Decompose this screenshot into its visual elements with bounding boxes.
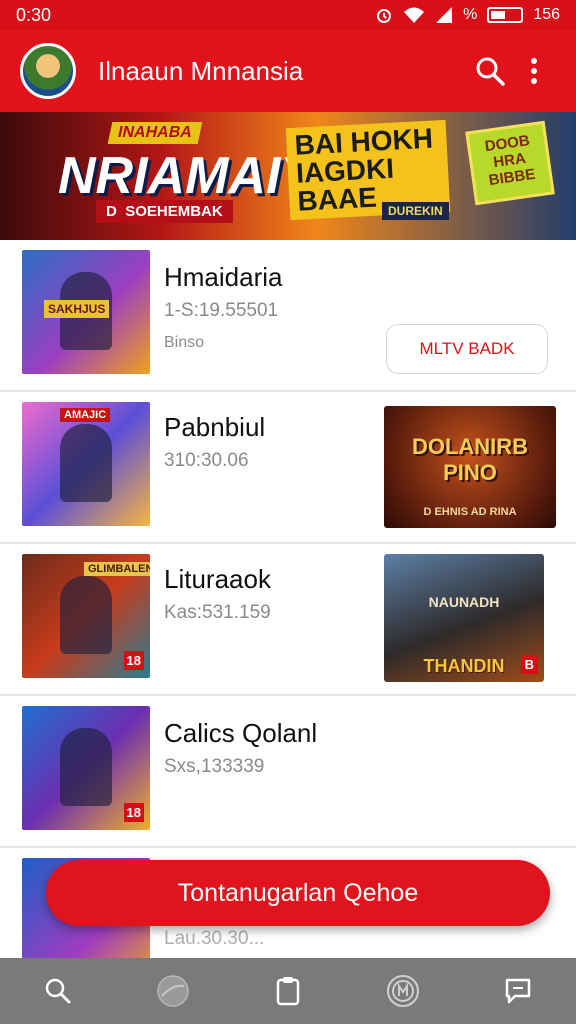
thumb-logo: AMAJIC <box>60 408 111 422</box>
list-item[interactable]: 18 Calics Qolanl Sxs,133339 <box>0 696 576 848</box>
nav-library[interactable] <box>258 961 318 1021</box>
game-title: Hmaidaria <box>164 262 283 292</box>
game-character-art <box>60 576 112 654</box>
promo-subtitle: D EHNIS AD RINA <box>423 506 517 518</box>
alarm-icon <box>377 9 392 23</box>
game-meta: Kas:531.159 <box>164 602 271 623</box>
primary-action-button[interactable]: Tontanugarlan Qehoe <box>46 860 550 926</box>
list-item[interactable]: AMAJIC Pabnbiul 310:30.06 DOLANIRB PINO … <box>0 392 576 544</box>
game-thumbnail[interactable]: AMAJIC <box>22 402 150 526</box>
game-title: Calics Qolanl <box>164 718 318 748</box>
nav-search[interactable] <box>28 961 88 1021</box>
game-meta: Sxs,133339 <box>164 756 265 777</box>
app-bar: Ilnaaun Mnnansia <box>0 30 576 112</box>
wifi-icon <box>404 7 425 23</box>
banner-tag-top: INAHABA <box>107 122 203 144</box>
search-button[interactable] <box>468 49 512 93</box>
search-icon <box>476 57 505 86</box>
promo-banner[interactable]: INAHABA NRIAMAIY D SOEHEMBAK BAI HOKH IA… <box>0 112 576 240</box>
game-thumbnail[interactable]: SAKHJUS <box>22 250 150 374</box>
game-promo-card[interactable]: NAUNADH THANDIN B <box>384 554 544 682</box>
game-character-art <box>60 424 112 502</box>
game-thumbnail[interactable]: 18 <box>22 706 150 830</box>
nav-messages[interactable] <box>488 961 548 1021</box>
status-signal-value: 156 <box>533 6 560 23</box>
bottom-navigation <box>0 958 576 1024</box>
game-thumbnail[interactable]: GLIMBALEN 18 <box>22 554 150 678</box>
age-rating-badge: B <box>520 655 538 674</box>
avatar[interactable] <box>20 43 76 99</box>
banner-small-tag: DUREKIN <box>382 202 449 220</box>
more-options-button[interactable] <box>512 49 556 93</box>
game-character-art <box>60 728 112 806</box>
game-action-button[interactable]: MLTV BADK <box>386 324 548 374</box>
banner-tag-prefix: D <box>106 203 117 220</box>
status-time: 0:30 <box>16 4 52 25</box>
chat-icon <box>506 978 531 1004</box>
thumb-logo: SAKHJUS <box>44 300 110 318</box>
banner-headline: NRIAMAIY <box>58 147 316 205</box>
game-title: Pabnbiul <box>164 412 266 442</box>
nav-rewards[interactable] <box>373 961 433 1021</box>
status-bar: 0:30 % 156 <box>0 0 576 30</box>
promo-title: NAUNADH <box>428 594 500 610</box>
signal-icon <box>436 7 453 23</box>
game-title: Lituraaok <box>164 564 271 594</box>
game-meta: Lau.30.30... <box>164 928 265 949</box>
promo-title: DOLANIRB PINO <box>411 434 529 485</box>
age-rating-badge: 18 <box>123 803 144 822</box>
list-item[interactable]: GLIMBALEN 18 Lituraaok Kas:531.159 NAUNA… <box>0 544 576 696</box>
search-icon <box>45 978 71 1004</box>
coin-icon <box>387 975 420 1007</box>
banner-tag-bottom: D SOEHEMBAK <box>96 200 233 223</box>
list-item[interactable]: SAKHJUS Hmaidaria 1-S:19.55501 Binso MLT… <box>0 240 576 392</box>
thumb-logo: GLIMBALEN <box>84 562 150 576</box>
status-icons: % 156 <box>375 6 560 24</box>
battery-percent: % <box>463 6 478 23</box>
banner-tag-bottom-text: SOEHEMBAK <box>125 203 223 220</box>
globe-icon <box>157 975 189 1007</box>
game-meta: 1-S:19.55501 <box>164 300 279 321</box>
game-meta: 310:30.06 <box>164 450 249 471</box>
game-promo-card[interactable]: DOLANIRB PINO D EHNIS AD RINA <box>384 406 556 528</box>
nav-browse[interactable] <box>143 961 203 1021</box>
more-vertical-icon <box>531 58 537 84</box>
banner-badge: DOOB HRA BIBBE <box>465 120 555 206</box>
game-meta-secondary: Binso <box>164 334 205 351</box>
app-title: Ilnaaun Mnnansia <box>98 55 304 86</box>
clipboard-icon <box>276 977 300 1006</box>
battery-icon <box>487 7 524 23</box>
age-rating-badge: 18 <box>123 651 144 670</box>
